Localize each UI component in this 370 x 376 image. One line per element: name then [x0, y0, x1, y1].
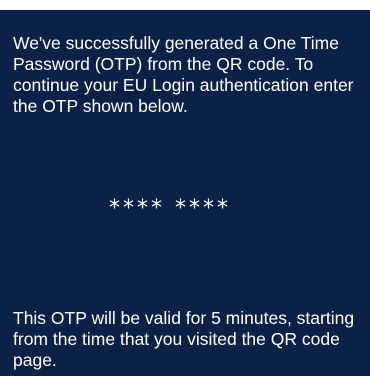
- otp-validity-text: This OTP will be valid for 5 minutes, st…: [13, 308, 355, 370]
- otp-panel: We've successfully generated a One Time …: [0, 10, 370, 376]
- otp-code: **** ****: [109, 196, 231, 221]
- otp-intro-text: We've successfully generated a One Time …: [13, 33, 354, 116]
